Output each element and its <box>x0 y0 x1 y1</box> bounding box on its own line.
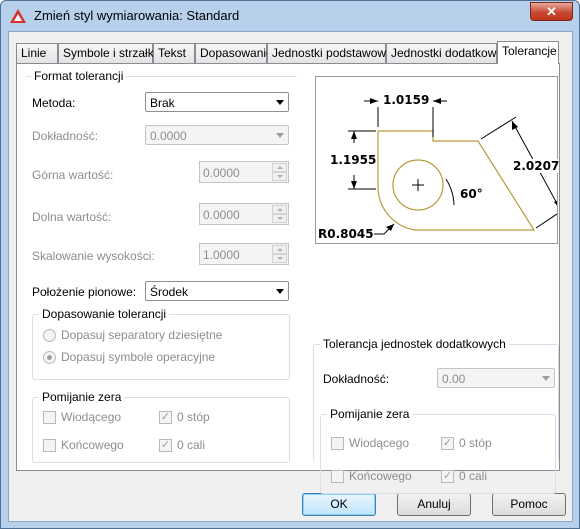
autocad-app-icon <box>10 9 26 23</box>
method-select[interactable]: Brak <box>145 92 289 112</box>
leading-zero-checkbox[interactable] <box>43 411 56 424</box>
group-title: Pomijanie zera <box>327 407 413 421</box>
trailing-zero-label: Końcowego <box>61 438 124 452</box>
alt-leading-zero-checkbox[interactable] <box>331 437 344 450</box>
upper-value-spinner[interactable]: 0.0000 <box>199 161 289 183</box>
alt-inches-zero-label: 0 cali <box>459 469 488 483</box>
precision-select[interactable]: 0.0000 <box>145 125 289 145</box>
preview-dim-right: 2.0207 <box>513 159 560 173</box>
alt-feet-zero-label: 0 stóp <box>459 436 492 450</box>
precision-label: Dokładność: <box>32 129 99 143</box>
vertical-position-select[interactable]: Środek <box>145 281 289 301</box>
inches-zero-label: 0 cali <box>177 438 206 452</box>
group-zero-suppression: Pomijanie zera Wiodącego Końcowego ✓ 0 s… <box>32 390 290 463</box>
spin-down-icon[interactable] <box>272 254 287 263</box>
feet-zero-label: 0 stóp <box>177 410 210 424</box>
spin-up-icon[interactable] <box>272 245 287 254</box>
group-title: Dopasowanie tolerancji <box>39 307 170 321</box>
upper-value-label: Górna wartość: <box>32 168 114 182</box>
window-title: Zmień styl wymiarowania: Standard <box>34 8 240 23</box>
alt-leading-zero-label: Wiodącego <box>349 436 410 450</box>
alt-feet-zero-checkbox[interactable]: ✓ <box>441 437 454 450</box>
chevron-down-icon <box>542 376 550 381</box>
height-scale-spinner[interactable]: 1.0000 <box>199 243 289 265</box>
group-title: Tolerancja jednostek dodatkowych <box>320 337 509 351</box>
group-title: Pomijanie zera <box>39 390 125 404</box>
alt-precision-label: Dokładność: <box>323 372 390 386</box>
alt-trailing-zero-checkbox[interactable] <box>331 470 344 483</box>
tab-jednostki-podstawowe[interactable]: Jednostki podstawowe <box>267 43 393 63</box>
preview-dim-left: 1.1955 <box>330 153 377 167</box>
spin-down-icon[interactable] <box>272 172 287 181</box>
spin-down-icon[interactable] <box>272 214 287 223</box>
tolerances-panel: Format tolerancji Metoda: Brak Dokładnoś… <box>16 63 567 494</box>
tab-dopasowanie[interactable]: Dopasowanie <box>195 43 273 63</box>
tab-tekst[interactable]: Tekst <box>153 43 195 63</box>
ok-button[interactable]: OK <box>302 493 376 516</box>
align-decimal-radio[interactable] <box>43 329 56 342</box>
vertical-position-label: Położenie pionowe: <box>32 285 137 299</box>
tab-symbole-i-strzalki[interactable]: Symbole i strzałki <box>58 43 156 63</box>
tab-jednostki-dodatkowe[interactable]: Jednostki dodatkowe <box>386 43 503 63</box>
title-bar: Zmień styl wymiarowania: Standard ✕ <box>1 1 579 31</box>
help-button[interactable]: Pomoc <box>492 493 566 516</box>
dialog-window: Zmień styl wymiarowania: Standard ✕ Lini… <box>0 0 580 529</box>
cancel-button[interactable]: Anuluj <box>397 493 471 516</box>
dimension-preview: 1.0159 1.1955 2.0207 60° R0.8045 <box>315 76 567 244</box>
alt-trailing-zero-label: Końcowego <box>349 469 412 483</box>
group-alt-zero-suppression: Pomijanie zera Wiodącego Końcowego ✓ 0 s… <box>320 407 556 494</box>
chevron-down-icon <box>276 289 284 294</box>
close-icon: ✕ <box>546 4 557 19</box>
spin-up-icon[interactable] <box>272 163 287 172</box>
preview-angle: 60° <box>460 187 483 201</box>
inches-zero-checkbox[interactable]: ✓ <box>159 439 172 452</box>
group-title: Format tolerancji <box>31 69 127 83</box>
close-button[interactable]: ✕ <box>530 2 573 21</box>
tab-linie[interactable]: Linie <box>16 43 58 63</box>
preview-dim-top: 1.0159 <box>383 93 430 107</box>
chevron-down-icon <box>276 133 284 138</box>
align-operator-radio[interactable] <box>43 351 56 364</box>
spin-up-icon[interactable] <box>272 205 287 214</box>
alt-precision-select[interactable]: 0.00 <box>437 368 555 388</box>
feet-zero-checkbox[interactable]: ✓ <box>159 411 172 424</box>
alt-inches-zero-checkbox[interactable]: ✓ <box>441 470 454 483</box>
height-scale-label: Skalowanie wysokości: <box>32 249 155 263</box>
method-label: Metoda: <box>32 96 76 110</box>
preview-radius: R0.8045 <box>318 227 374 241</box>
align-decimal-label: Dopasuj separatory dziesiętne <box>61 328 223 342</box>
group-tolerance-alignment: Dopasowanie tolerancji Dopasuj separator… <box>32 307 290 380</box>
align-operator-label: Dopasuj symbole operacyjne <box>61 350 216 364</box>
dialog-client-area: Linie Symbole i strzałki Tekst Dopasowan… <box>8 31 573 522</box>
chevron-down-icon <box>276 100 284 105</box>
lower-value-label: Dolna wartość: <box>32 210 112 224</box>
leading-zero-label: Wiodącego <box>61 410 122 424</box>
trailing-zero-checkbox[interactable] <box>43 439 56 452</box>
lower-value-spinner[interactable]: 0.0000 <box>199 203 289 225</box>
tab-tolerancje[interactable]: Tolerancje <box>497 41 559 64</box>
